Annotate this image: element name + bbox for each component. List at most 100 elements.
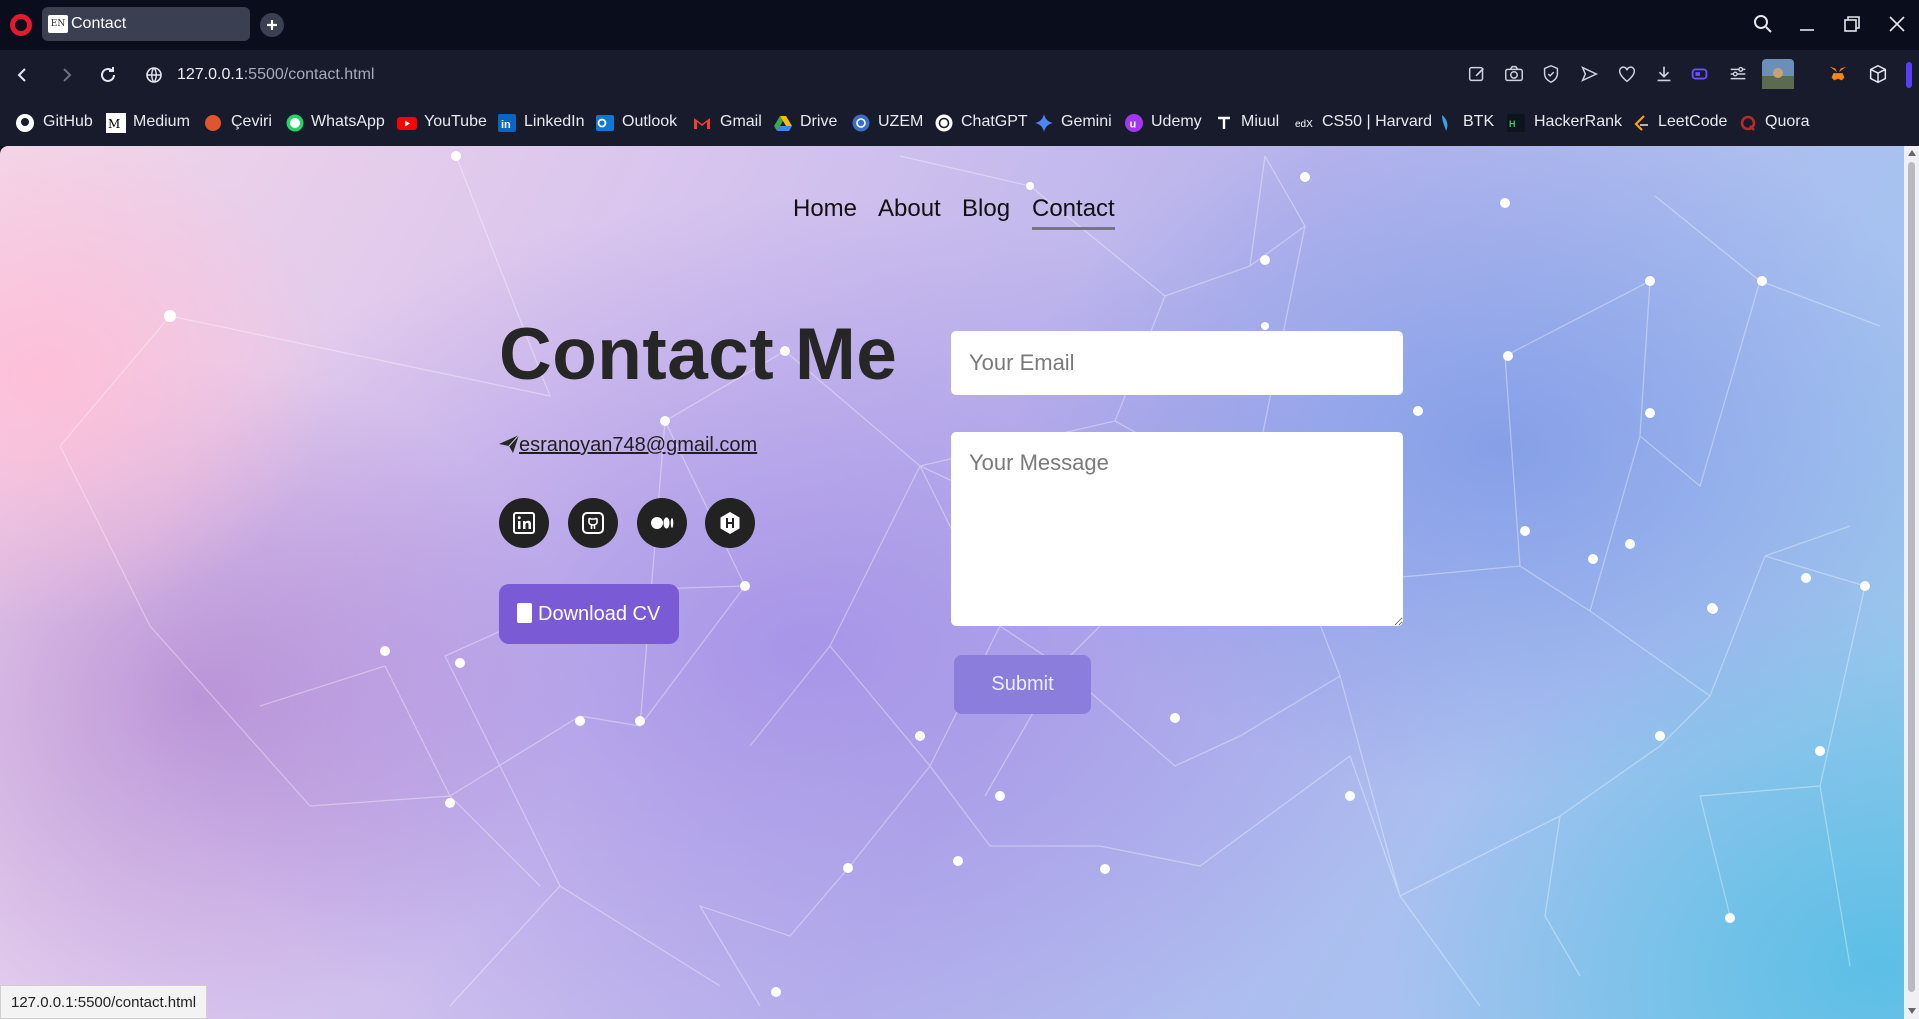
bookmarks-bar: GitHub M Medium Çeviri WhatsApp YouTube … [0,100,1919,146]
hashnode-icon [720,512,740,534]
email-link[interactable]: esranoyan748@gmail.com [519,434,757,456]
browser-titlebar: EN Contact [0,0,1919,50]
edx-icon: edX [1295,119,1313,130]
udemy-icon: u [1125,114,1143,132]
miuul-icon [1218,116,1230,129]
medium-icon [651,517,674,529]
new-tab-button[interactable] [260,13,284,37]
bookmark-label: YouTube [424,113,487,130]
drive-icon [774,116,792,131]
quora-icon [1740,115,1756,131]
easy-setup-icon[interactable] [1727,63,1749,85]
submit-button[interactable]: Submit [954,655,1091,714]
outlook-icon [596,115,614,131]
nav-about[interactable]: About [878,195,941,223]
translate-icon [205,115,221,131]
bookmark-label: WhatsApp [311,113,385,130]
file-download-icon [517,603,532,623]
url-field[interactable]: 127.0.0.1:5500/contact.html [177,66,374,84]
back-icon[interactable] [10,63,34,87]
profile-avatar-icon[interactable] [1762,59,1794,89]
svg-text:M: M [108,117,120,131]
tab-favicon-icon: EN [48,15,68,33]
linkedin-icon [513,512,535,534]
scrollbar-thumb[interactable] [1908,162,1915,992]
scroll-down-arrow-icon[interactable] [1908,1008,1916,1014]
bookmark-label: LeetCode [1658,113,1728,130]
download-cv-button[interactable]: Download CV [499,584,679,644]
bookmark-label: CS50 | Harvard [1322,113,1432,130]
bookmark-label: BTK [1463,113,1495,130]
linkedin-icon: in [498,114,516,132]
social-medium-button[interactable] [637,498,687,548]
social-github-button[interactable] [568,498,618,548]
gemini-icon [1035,114,1053,132]
bookmark-label: Medium [133,113,190,130]
page-scrollbar[interactable] [1904,146,1919,1019]
heart-icon[interactable] [1616,63,1638,85]
search-icon[interactable] [1751,12,1775,36]
close-icon[interactable] [1885,12,1909,36]
download-icon[interactable] [1653,63,1675,85]
bookmark-label: GitHub [43,113,93,130]
youtube-icon [397,117,417,130]
camera-icon[interactable] [1503,63,1525,85]
reload-icon[interactable] [96,63,120,87]
svg-text:H: H [1509,119,1516,129]
contact-email-row: esranoyan748@gmail.com [499,434,757,457]
message-field[interactable] [951,432,1403,626]
email-field[interactable] [951,331,1403,395]
github-icon [16,114,34,132]
address-toolbar: 127.0.0.1:5500/contact.html [0,50,1919,100]
btk-icon [1442,115,1448,131]
page-title: Contact Me [499,314,898,395]
bookmark-label: Gmail [720,113,762,130]
minimize-icon[interactable] [1795,12,1819,36]
metamask-fox-icon[interactable] [1827,63,1849,85]
svg-text:in: in [501,119,511,131]
gmail-icon [694,118,710,129]
bookmark-label: Udemy [1151,113,1202,130]
plus-icon [267,20,277,30]
medium-icon: M [106,113,126,133]
chatgpt-icon [935,114,953,132]
hackerrank-icon: H [1507,114,1525,132]
bookmark-label: LinkedIn [524,113,585,130]
tab-contact[interactable]: EN Contact [42,7,250,41]
edit-icon[interactable] [1466,63,1488,85]
svg-text:u: u [1130,119,1137,131]
opera-logo-icon[interactable] [10,14,32,36]
shield-icon[interactable] [1540,63,1562,85]
status-bar-url: 127.0.0.1:5500/contact.html [0,985,208,1019]
github-icon [582,512,604,534]
nav-home[interactable]: Home [793,195,857,223]
tab-title: Contact [71,15,127,32]
url-host: 127.0.0.1 [177,66,244,83]
forward-icon[interactable] [55,63,79,87]
bookmark-label: Çeviri [231,113,272,130]
download-cv-label: Download CV [538,603,661,625]
scroll-up-arrow-icon[interactable] [1908,150,1916,156]
bookmark-label: UZEM [878,113,924,130]
sidebar-toggle[interactable] [1906,62,1912,88]
whatsapp-icon [286,114,304,132]
nav-contact[interactable]: Contact [1032,195,1115,230]
svg-text:edX: edX [1295,119,1313,130]
site-info-globe-icon[interactable] [142,63,166,87]
paper-plane-icon [499,435,519,453]
restore-icon[interactable] [1840,12,1864,36]
bookmark-label: HackerRank [1534,113,1623,130]
send-icon[interactable] [1578,63,1600,85]
bookmark-label: Outlook [622,113,678,130]
uzem-icon [852,114,870,132]
social-hashnode-button[interactable] [705,498,755,548]
social-linkedin-button[interactable] [499,498,549,548]
extensions-cube-icon[interactable] [1867,63,1889,85]
bookmark-label: ChatGPT [961,113,1028,130]
battery-saver-icon[interactable] [1689,63,1711,85]
url-path: :5500/contact.html [243,66,375,83]
bookmark-label: Drive [800,113,838,130]
bookmark-label: Gemini [1061,113,1112,130]
bookmark-label: Miuul [1241,113,1280,130]
nav-blog[interactable]: Blog [962,195,1010,223]
